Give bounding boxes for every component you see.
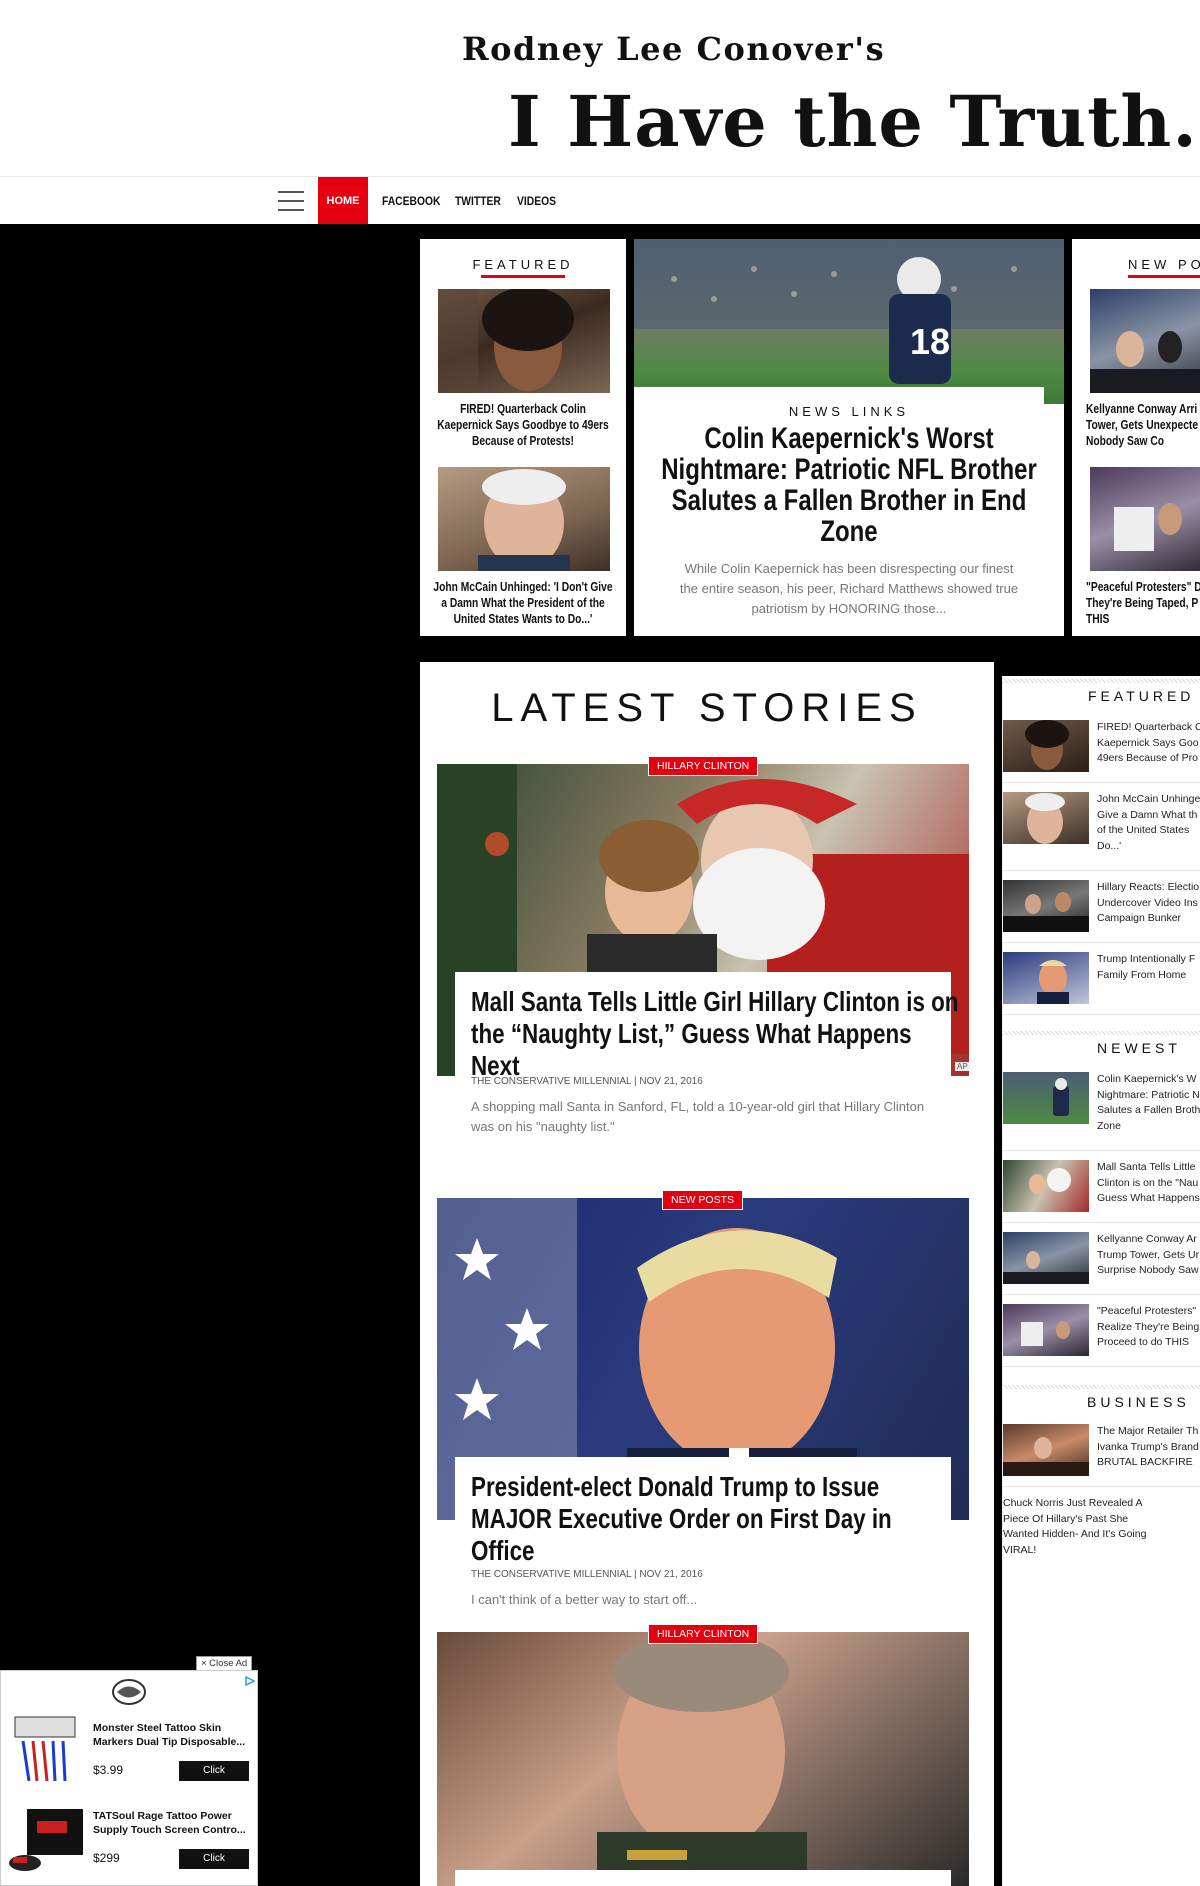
story-card: President-elect Donald Trump to Issue MA… <box>455 1457 951 1607</box>
story-category-badge[interactable]: HILLARY CLINTON <box>648 756 759 776</box>
sidebar-item-title[interactable]: John McCain Unhinge Give a Damn What th … <box>1097 792 1200 854</box>
sidebar-thumb[interactable] <box>1003 1232 1089 1284</box>
site-subtitle: Rodney Lee Conover's <box>462 30 886 68</box>
sidebar-thumb[interactable] <box>1003 720 1089 772</box>
mccain-thumb[interactable] <box>438 467 610 571</box>
story-excerpt: I can't think of a better way to start o… <box>471 1592 698 1607</box>
sidebar: FEATURED FIRED! Quarterback C Kaepernick… <box>1002 676 1200 1886</box>
ad-item-title[interactable]: Monster Steel Tattoo Skin Markers Dual T… <box>93 1721 253 1749</box>
tattoo-logo-icon <box>111 1677 147 1707</box>
latest-heading: LATEST STORIES <box>491 686 923 730</box>
sidebar-item-title[interactable]: FIRED! Quarterback C Kaepernick Says Goo… <box>1097 720 1200 767</box>
sidebar-featured-heading: FEATURED <box>1003 676 1200 706</box>
story-meta: THE CONSERVATIVE MILLENNIAL | Nov 21, 20… <box>471 1569 703 1580</box>
sidebar-item-title[interactable]: Trump Intentionally F Family From Home <box>1097 952 1200 983</box>
close-ad-button[interactable]: × Close Ad <box>196 1656 253 1671</box>
sidebar-thumb[interactable] <box>1003 880 1089 932</box>
story-excerpt: A shopping mall Santa in Sanford, FL, to… <box>471 1099 925 1134</box>
nav-twitter[interactable]: TWITTER <box>455 177 501 225</box>
main-nav: HOME FACEBOOK TWITTER VIDEOS <box>0 176 1200 225</box>
ad-item-price: $3.99 <box>93 1763 124 1777</box>
sidebar-item-title[interactable]: The Major Retailer Th Ivanka Trump's Bra… <box>1097 1424 1200 1471</box>
nav-facebook[interactable]: FACEBOOK <box>382 177 440 225</box>
menu-icon[interactable] <box>278 191 304 211</box>
sidebar-item-title[interactable]: Colin Kaepernick's W Nightmare: Patrioti… <box>1097 1072 1200 1134</box>
sidebar-thumb[interactable] <box>1003 1160 1089 1212</box>
hero-title[interactable]: Colin Kaepernick's Worst Nightmare: Patr… <box>647 423 1050 547</box>
sidebar-thumb[interactable] <box>1003 952 1089 1004</box>
sidebar-business-heading: BUSINESS <box>1003 1382 1200 1412</box>
conway-thumb[interactable] <box>1090 289 1200 393</box>
ad-product-markers-image[interactable] <box>13 1711 77 1785</box>
sidebar-item-title[interactable]: Hillary Reacts: Electio Undercover Video… <box>1097 880 1200 927</box>
story-card <box>455 1870 951 1886</box>
sidebar-thumb[interactable] <box>1003 1424 1089 1476</box>
sidebar-thumb[interactable] <box>1003 1072 1089 1124</box>
hero-image[interactable]: 18 <box>634 239 1064 404</box>
featured-heading: FEATURED <box>420 257 626 278</box>
hero-kicker[interactable]: NEWS LINKS <box>634 404 1064 419</box>
protesters-thumb[interactable] <box>1090 467 1200 571</box>
sidebar-item-title[interactable]: "Peaceful Protesters" Realize They're Be… <box>1097 1304 1200 1351</box>
nav-videos[interactable]: VIDEOS <box>517 177 556 225</box>
hero-excerpt: While Colin Kaepernick has been disrespe… <box>679 561 1019 616</box>
sidebar-item-title[interactable]: Kellyanne Conway Ar Trump Tower, Gets Ur… <box>1097 1232 1200 1279</box>
new-post-title[interactable]: Kellyanne Conway Arri Tower, Gets Unexpe… <box>1086 401 1200 449</box>
new-posts-box: NEW POS Kellyanne Conway Arri Tower, Get… <box>1072 239 1200 636</box>
sidebar-newest-heading: NEWEST <box>1003 1028 1200 1058</box>
ad-unit: Monster Steel Tattoo Skin Markers Dual T… <box>0 1670 258 1886</box>
sidebar-thumb[interactable] <box>1003 1304 1089 1356</box>
hero-story[interactable]: 18 NEWS LINKS Colin Kaepernick's Worst N… <box>634 239 1064 636</box>
new-posts-heading: NEW POS <box>1128 257 1200 278</box>
nav-home[interactable]: HOME <box>318 177 368 225</box>
story-card: Mall Santa Tells Little Girl Hillary Cli… <box>455 972 958 1172</box>
ad-item-title[interactable]: TATSoul Rage Tattoo Power Supply Touch S… <box>93 1809 253 1837</box>
featured-box: FEATURED FIRED! Quarterback Colin Kaeper… <box>420 239 626 636</box>
ad-click-button[interactable]: Click <box>179 1761 249 1781</box>
site-title[interactable]: I Have the Truth.com <box>508 80 1200 163</box>
sidebar-extra-link[interactable]: Chuck Norris Just Revealed A Piece Of Hi… <box>1003 1496 1163 1558</box>
latest-stories: LATEST STORIES HILLARY CLINTON AP Mall S… <box>420 662 994 1886</box>
story-category-badge[interactable]: NEW POSTS <box>662 1190 744 1210</box>
sidebar-thumb[interactable] <box>1003 792 1089 844</box>
new-post-title[interactable]: "Peaceful Protesters" D They're Being Ta… <box>1086 579 1200 627</box>
story-title[interactable]: Mall Santa Tells Little Girl Hillary Cli… <box>471 986 959 1082</box>
svg-text:18: 18 <box>910 321 950 362</box>
story-image[interactable] <box>437 1632 969 1886</box>
adchoices-icon[interactable] <box>245 1673 256 1687</box>
sidebar-item-title[interactable]: Mall Santa Tells Little Clinton is on th… <box>1097 1160 1200 1207</box>
kaepernick-thumb[interactable] <box>438 289 610 393</box>
story-category-badge[interactable]: HILLARY CLINTON <box>648 1624 759 1644</box>
ad-click-button[interactable]: Click <box>179 1849 249 1869</box>
ad-product-powersupply-image[interactable] <box>7 1803 85 1873</box>
featured-item-title[interactable]: FIRED! Quarterback Colin Kaepernick Says… <box>432 401 614 449</box>
featured-item-title[interactable]: John McCain Unhinged: 'I Don't Give a Da… <box>432 579 614 627</box>
ad-item-price: $299 <box>93 1851 120 1865</box>
story-title[interactable]: President-elect Donald Trump to Issue MA… <box>471 1471 959 1567</box>
site-header: Rodney Lee Conover's I Have the Truth.co… <box>0 0 1200 176</box>
